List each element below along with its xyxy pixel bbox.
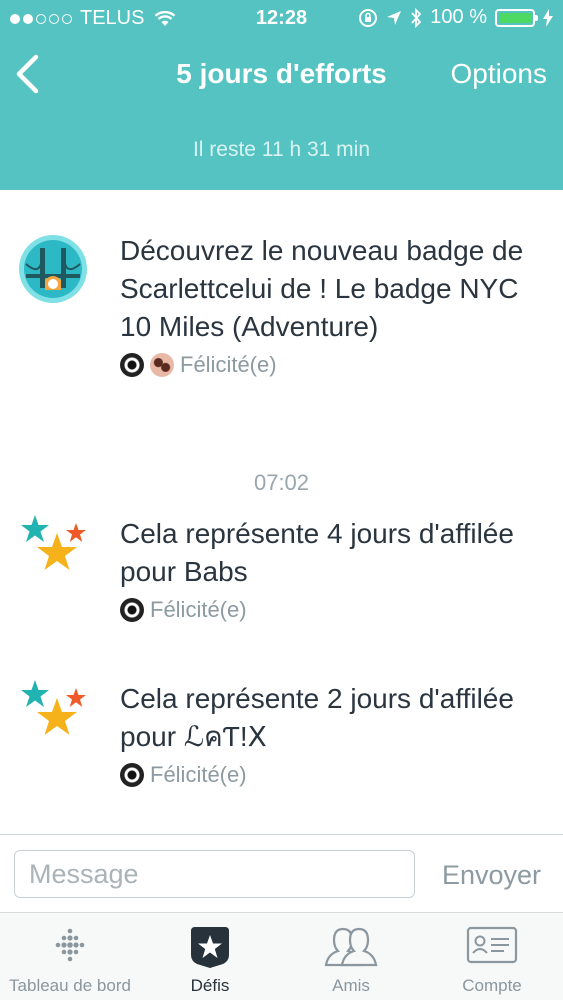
bluetooth-icon [411, 7, 422, 28]
avatar[interactable] [150, 353, 174, 377]
options-button[interactable]: Options [451, 58, 548, 90]
tab-dashboard[interactable]: Tableau de bord [0, 913, 140, 1000]
avatar[interactable] [120, 763, 144, 787]
avatar[interactable] [120, 353, 144, 377]
tab-label: Défis [190, 976, 230, 995]
cheer-label: Félicité(e) [150, 762, 247, 787]
tab-account[interactable]: Compte [422, 913, 562, 1000]
tab-label: Amis [332, 976, 370, 995]
tab-friends[interactable]: Amis [281, 913, 421, 1000]
time-separator: 07:02 [253, 470, 310, 495]
battery-percent: 100 % [430, 6, 487, 28]
status-bar: TELUS 12:28 100 % [0, 0, 563, 36]
account-card-icon [466, 926, 518, 964]
feed-item-text: Cela représente 2 jours d'affilée pour ℒ… [120, 683, 514, 752]
message-composer: Envoyer [0, 834, 563, 913]
stars-icon [21, 515, 86, 570]
tab-label: Tableau de bord [9, 976, 131, 995]
location-arrow-icon [387, 10, 402, 25]
cheer-label: Félicité(e) [180, 352, 277, 377]
tab-challenges[interactable]: Défis [140, 913, 280, 1000]
cheer-row: Félicité(e) [120, 352, 277, 378]
stars-icon [21, 680, 86, 735]
challenge-star-icon [191, 927, 229, 968]
cheer-row: Félicité(e) [120, 762, 247, 788]
tab-label: Compte [462, 976, 522, 995]
rotation-lock-icon [359, 8, 378, 27]
cheer-row: Félicité(e) [120, 597, 247, 623]
header: TELUS 12:28 100 % 5 jours d'efforts Opti… [0, 0, 563, 190]
feed-item-text: Découvrez le nouveau badge de Scarlettce… [120, 235, 524, 342]
message-input[interactable] [14, 850, 415, 898]
send-button[interactable]: Envoyer [442, 860, 541, 891]
time-remaining: Il reste 11 h 31 min [192, 138, 371, 161]
battery-icon [495, 8, 538, 27]
bridge-badge-icon [19, 235, 87, 303]
cheer-label: Félicité(e) [150, 597, 247, 622]
avatar[interactable] [120, 598, 144, 622]
feed-item-text: Cela représente 4 jours d'affilée pour B… [120, 518, 514, 587]
friends-icon [324, 927, 378, 967]
dashboard-dots-icon [55, 928, 85, 962]
charging-bolt-icon [543, 8, 553, 27]
tab-bar: Tableau de bord Défis Amis Compte [0, 912, 563, 1000]
